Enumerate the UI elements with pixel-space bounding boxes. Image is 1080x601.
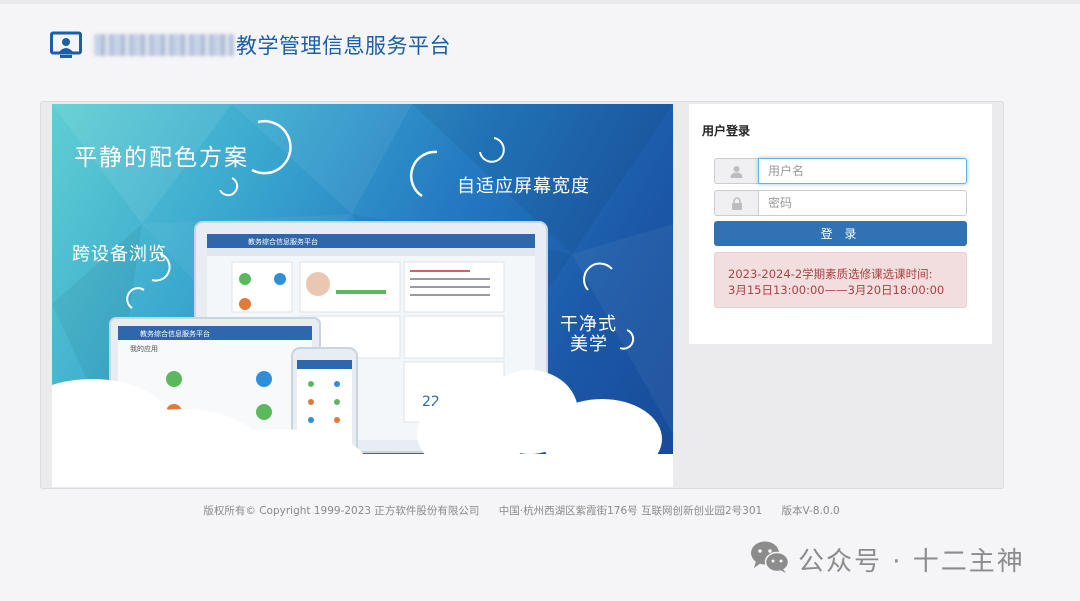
slogan-aesthetics: 美学 (570, 334, 608, 355)
password-input[interactable] (758, 190, 967, 216)
username-input[interactable] (758, 158, 967, 184)
desktop-app-title: 教务综合信息服务平台 (248, 238, 318, 246)
password-field (714, 190, 967, 216)
page-title: 教学管理信息服务平台 (236, 34, 451, 58)
login-title: 用户登录 (702, 124, 751, 138)
user-icon (714, 158, 758, 184)
page-footer: 版权所有© Copyright 1999-2023 正方软件股份有限公司 中国·… (0, 503, 1043, 518)
footer-version: 版本V-8.0.0 (781, 505, 840, 517)
footer-copyright: 版权所有© Copyright 1999-2023 正方软件股份有限公司 (203, 505, 480, 517)
username-field (714, 158, 967, 184)
tablet-app-title: 教务综合信息服务平台 (140, 330, 210, 338)
wechat-icon (750, 540, 790, 578)
page-header: 教学管理信息服务平台 (50, 30, 451, 60)
school-name-blurred (94, 34, 234, 56)
login-panel: 用户登录 登 录 2023-2024-2学期素质选修课选课时间: 3月15日13… (689, 104, 992, 344)
lock-icon (714, 190, 758, 216)
top-border (0, 0, 1080, 4)
slogan-cross-device: 跨设备浏览 (72, 244, 167, 265)
login-button[interactable]: 登 录 (714, 221, 967, 246)
course-selection-notice: 2023-2024-2学期素质选修课选课时间: 3月15日13:00:00——3… (714, 252, 967, 308)
slogan-responsive: 自适应屏幕宽度 (457, 176, 590, 197)
tablet-subtitle: 我的应用 (130, 345, 158, 353)
slogan-calm-colors: 平静的配色方案 (74, 145, 249, 171)
logo-icon (50, 31, 82, 59)
watermark-text: 公众号 · 十二主神 (798, 546, 1025, 577)
promo-banner: 22 平静的配色方案 自适应屏幕宽度 跨设备浏览 干净式 美学 教务综合信息服务… (52, 104, 673, 487)
footer-address: 中国·杭州西湖区紫霞街176号 互联网创新创业园2号301 (498, 505, 763, 517)
notice-line-1: 2023-2024-2学期素质选修课选课时间: (728, 267, 933, 281)
notice-line-2: 3月15日13:00:00——3月20日18:00:00 (728, 283, 945, 297)
wechat-watermark: 公众号 · 十二主神 (750, 540, 1025, 578)
